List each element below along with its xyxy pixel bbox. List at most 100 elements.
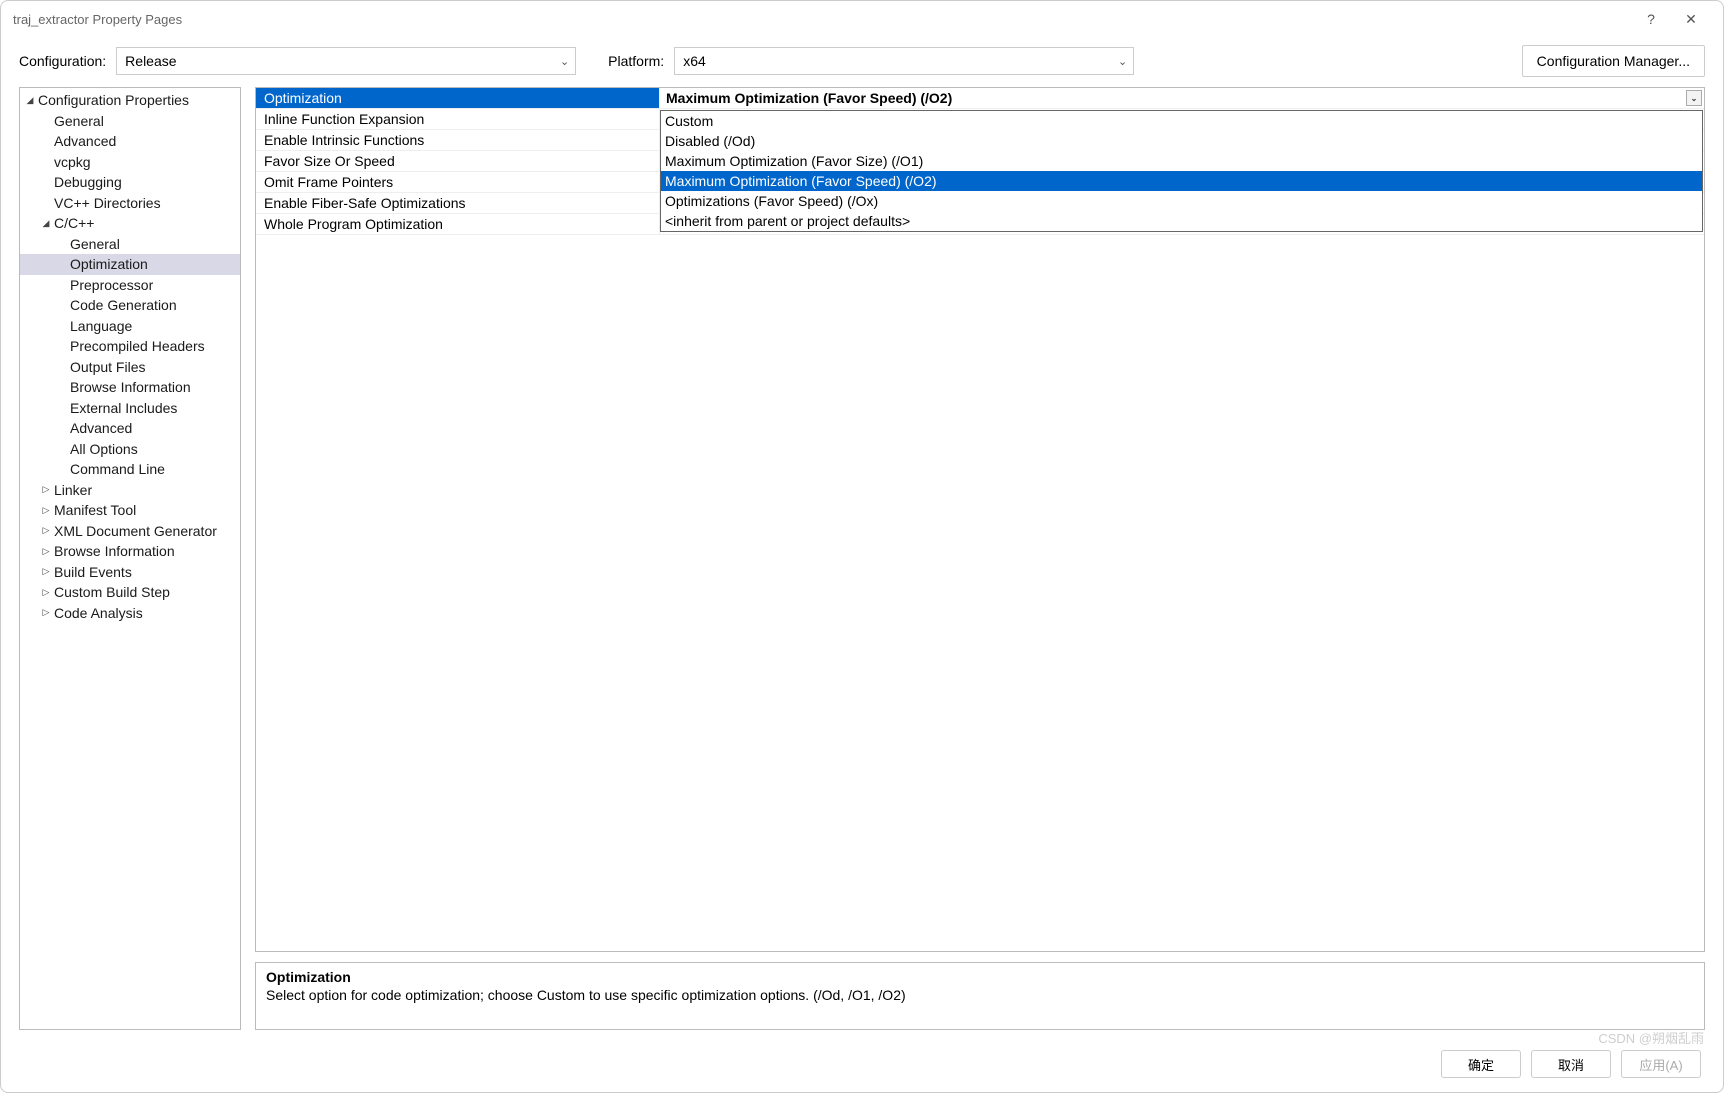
grid-property-name: Whole Program Optimization xyxy=(256,214,660,234)
grid-property-name: Enable Fiber-Safe Optimizations xyxy=(256,193,660,213)
tree-item-label: Advanced xyxy=(54,133,116,149)
grid-row[interactable]: OptimizationMaximum Optimization (Favor … xyxy=(256,88,1704,109)
tree-item-label: Browse Information xyxy=(54,543,175,559)
config-row: Configuration: Release ⌄ Platform: x64 ⌄… xyxy=(1,37,1723,87)
configuration-combo[interactable]: Release ⌄ xyxy=(116,47,576,75)
platform-label: Platform: xyxy=(608,53,664,69)
dropdown-option[interactable]: Optimizations (Favor Speed) (/Ox) xyxy=(661,191,1702,211)
tree-item-label: vcpkg xyxy=(54,154,91,170)
tree-twisty-icon: ◢ xyxy=(40,218,52,229)
tree-item-label: Custom Build Step xyxy=(54,584,170,600)
property-pages-window: traj_extractor Property Pages ? ✕ Config… xyxy=(0,0,1724,1093)
platform-combo[interactable]: x64 ⌄ xyxy=(674,47,1134,75)
tree-item[interactable]: vcpkg xyxy=(20,152,240,173)
tree-twisty-icon: ◢ xyxy=(24,95,36,106)
tree-twisty-icon: ▷ xyxy=(40,566,52,577)
tree-item[interactable]: Language xyxy=(20,316,240,337)
tree-item[interactable]: Command Line xyxy=(20,459,240,480)
tree-item-label: Output Files xyxy=(70,359,145,375)
tree-item[interactable]: ◢Configuration Properties xyxy=(20,90,240,111)
tree-item-label: Linker xyxy=(54,482,92,498)
tree-item-label: Configuration Properties xyxy=(38,92,189,108)
dropdown-option[interactable]: Maximum Optimization (Favor Size) (/O1) xyxy=(661,151,1702,171)
tree-item-label: Preprocessor xyxy=(70,277,153,293)
tree-item-label: Debugging xyxy=(54,174,122,190)
tree-item-label: XML Document Generator xyxy=(54,523,217,539)
close-icon[interactable]: ✕ xyxy=(1671,11,1711,28)
tree-item[interactable]: ▷Build Events xyxy=(20,562,240,583)
tree-item[interactable]: Code Generation xyxy=(20,295,240,316)
property-tree[interactable]: ◢Configuration PropertiesGeneralAdvanced… xyxy=(19,87,241,1030)
chevron-down-icon[interactable]: ⌄ xyxy=(1686,90,1702,106)
tree-twisty-icon: ▷ xyxy=(40,587,52,598)
tree-item[interactable]: General xyxy=(20,111,240,132)
apply-button[interactable]: 应用(A) xyxy=(1621,1050,1701,1078)
tree-item[interactable]: Advanced xyxy=(20,131,240,152)
grid-property-name: Optimization xyxy=(256,88,660,108)
tree-item-label: Manifest Tool xyxy=(54,502,136,518)
grid-property-name: Omit Frame Pointers xyxy=(256,172,660,192)
tree-item-label: General xyxy=(54,113,104,129)
grid-property-name: Favor Size Or Speed xyxy=(256,151,660,171)
tree-item-label: Optimization xyxy=(70,256,148,272)
tree-twisty-icon: ▷ xyxy=(40,505,52,516)
tree-item-label: Code Generation xyxy=(70,297,177,313)
configuration-manager-button[interactable]: Configuration Manager... xyxy=(1522,45,1705,77)
tree-item[interactable]: All Options xyxy=(20,439,240,460)
dropdown-option[interactable]: Maximum Optimization (Favor Speed) (/O2) xyxy=(661,171,1702,191)
tree-item[interactable]: ▷Code Analysis xyxy=(20,603,240,624)
chevron-down-icon: ⌄ xyxy=(560,55,569,68)
tree-item[interactable]: External Includes xyxy=(20,398,240,419)
tree-item[interactable]: ▷Custom Build Step xyxy=(20,582,240,603)
tree-item-label: General xyxy=(70,236,120,252)
tree-item-label: Language xyxy=(70,318,132,334)
tree-item-label: Command Line xyxy=(70,461,165,477)
cancel-button[interactable]: 取消 xyxy=(1531,1050,1611,1078)
titlebar: traj_extractor Property Pages ? ✕ xyxy=(1,1,1723,37)
tree-item[interactable]: ◢C/C++ xyxy=(20,213,240,234)
optimization-dropdown[interactable]: CustomDisabled (/Od)Maximum Optimization… xyxy=(660,110,1703,232)
platform-value: x64 xyxy=(683,53,706,69)
grid-property-name: Inline Function Expansion xyxy=(256,109,660,129)
tree-item[interactable]: ▷Linker xyxy=(20,480,240,501)
tree-twisty-icon: ▷ xyxy=(40,607,52,618)
tree-item[interactable]: ▷Browse Information xyxy=(20,541,240,562)
configuration-value: Release xyxy=(125,53,176,69)
chevron-down-icon: ⌄ xyxy=(1118,55,1127,68)
tree-item[interactable]: General xyxy=(20,234,240,255)
tree-twisty-icon: ▷ xyxy=(40,525,52,536)
tree-item-label: External Includes xyxy=(70,400,177,416)
tree-item[interactable]: VC++ Directories xyxy=(20,193,240,214)
tree-item[interactable]: Optimization xyxy=(20,254,240,275)
configuration-label: Configuration: xyxy=(19,53,106,69)
tree-item[interactable]: Debugging xyxy=(20,172,240,193)
tree-item-label: Browse Information xyxy=(70,379,191,395)
tree-item[interactable]: Output Files xyxy=(20,357,240,378)
tree-item-label: C/C++ xyxy=(54,215,94,231)
tree-item-label: Code Analysis xyxy=(54,605,143,621)
tree-item[interactable]: ▷XML Document Generator xyxy=(20,521,240,542)
tree-twisty-icon: ▷ xyxy=(40,484,52,495)
dropdown-option[interactable]: Custom xyxy=(661,111,1702,131)
description-text: Select option for code optimization; cho… xyxy=(266,987,1694,1003)
tree-item-label: Precompiled Headers xyxy=(70,338,205,354)
dropdown-option[interactable]: <inherit from parent or project defaults… xyxy=(661,211,1702,231)
grid-property-value[interactable]: Maximum Optimization (Favor Speed) (/O2)… xyxy=(660,88,1704,108)
dropdown-option[interactable]: Disabled (/Od) xyxy=(661,131,1702,151)
tree-item[interactable]: ▷Manifest Tool xyxy=(20,500,240,521)
tree-item[interactable]: Precompiled Headers xyxy=(20,336,240,357)
window-title: traj_extractor Property Pages xyxy=(13,12,182,27)
tree-twisty-icon: ▷ xyxy=(40,546,52,557)
tree-item-label: All Options xyxy=(70,441,138,457)
dialog-buttons: 确定 取消 应用(A) xyxy=(1,1040,1723,1092)
tree-item[interactable]: Preprocessor xyxy=(20,275,240,296)
grid-property-name: Enable Intrinsic Functions xyxy=(256,130,660,150)
description-box: Optimization Select option for code opti… xyxy=(255,962,1705,1030)
ok-button[interactable]: 确定 xyxy=(1441,1050,1521,1078)
tree-item[interactable]: Advanced xyxy=(20,418,240,439)
tree-item-label: Advanced xyxy=(70,420,132,436)
tree-item-label: Build Events xyxy=(54,564,132,580)
help-icon[interactable]: ? xyxy=(1631,11,1671,27)
tree-item[interactable]: Browse Information xyxy=(20,377,240,398)
tree-item-label: VC++ Directories xyxy=(54,195,161,211)
